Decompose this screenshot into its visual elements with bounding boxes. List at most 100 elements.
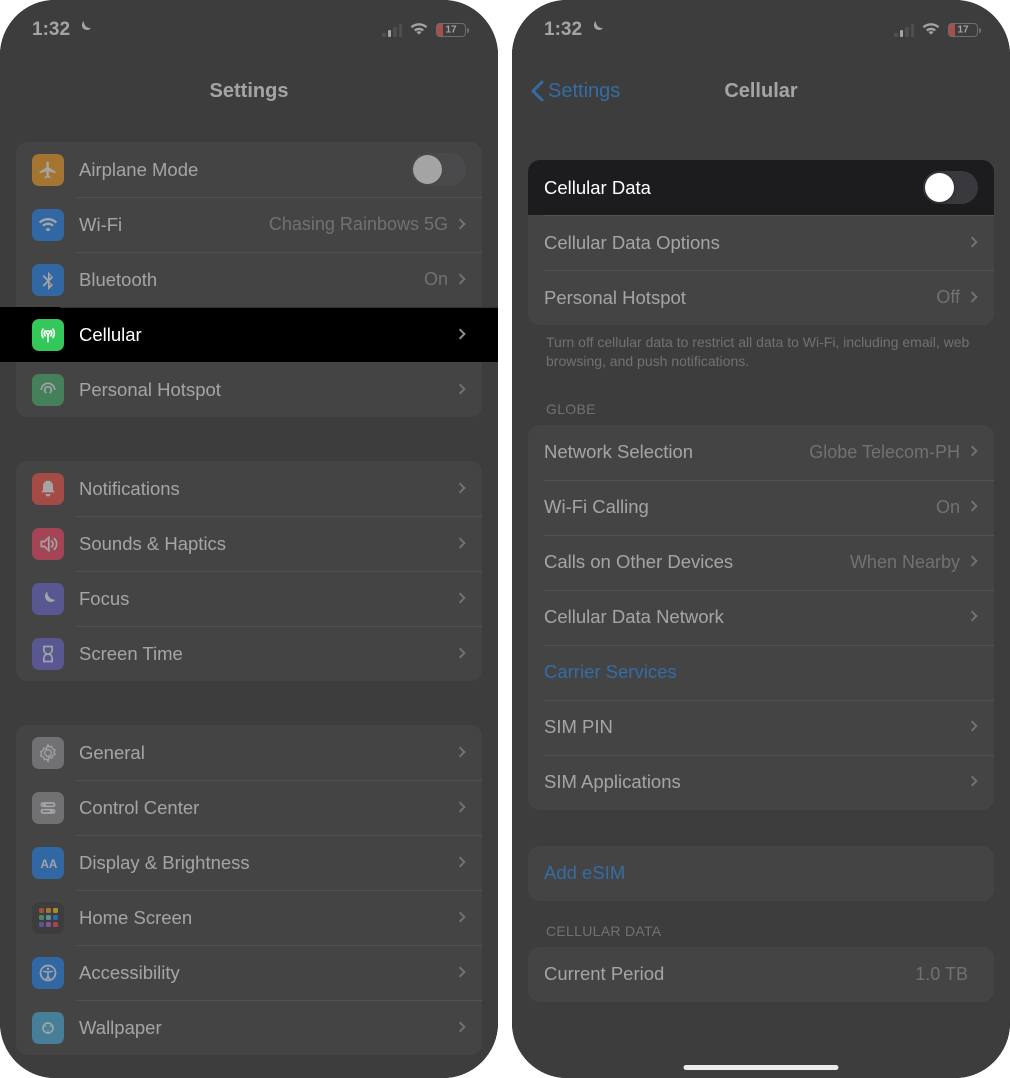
chevron-right-icon [458,742,466,764]
row-label: Wi-Fi [79,214,122,236]
do-not-disturb-icon [588,19,605,42]
row-cellular-data-options[interactable]: Cellular Data Options [528,215,994,270]
airplane-icon [32,154,64,186]
chevron-right-icon [458,797,466,819]
row-home-screen[interactable]: Home Screen [16,890,482,945]
row-label: Screen Time [79,643,183,665]
row-label: General [79,742,145,764]
settings-group-general: General Control Center AA Display & Brig… [16,725,482,1055]
row-cellular[interactable]: Cellular [0,307,498,362]
chevron-right-icon [458,1017,466,1039]
row-label: Carrier Services [544,661,677,683]
usage-group: Current Period 1.0 TB [528,947,994,1002]
sounds-icon [32,528,64,560]
screen-time-icon [32,638,64,670]
svg-text:AA: AA [41,858,58,871]
row-notifications[interactable]: Notifications [16,461,482,516]
row-add-esim[interactable]: Add eSIM [528,846,994,901]
row-label: Network Selection [544,441,693,463]
nav-header: Settings [0,60,498,122]
esim-group: Add eSIM [528,846,994,901]
row-label: Current Period [544,963,664,985]
cellular-signal-icon [894,23,914,37]
cellular-icon [32,319,64,351]
hotspot-icon [32,374,64,406]
row-detail: On [936,497,960,518]
row-detail: Chasing Rainbows 5G [269,214,448,235]
chevron-right-icon [970,287,978,309]
row-screen-time[interactable]: Screen Time [16,626,482,681]
battery-icon: 17 [948,23,978,37]
chevron-right-icon [458,962,466,984]
home-screen-icon [32,902,64,934]
wifi-status-icon [409,19,429,41]
cellular-signal-icon [382,23,402,37]
usage-header: CELLULAR DATA [528,901,994,947]
row-cellular-data-network[interactable]: Cellular Data Network [528,590,994,645]
row-airplane-mode[interactable]: Airplane Mode [16,142,482,197]
wifi-icon [32,209,64,241]
back-label: Settings [548,80,620,103]
row-accessibility[interactable]: Accessibility [16,945,482,1000]
row-label: Add eSIM [544,862,625,884]
home-indicator[interactable] [684,1065,839,1071]
bluetooth-icon [32,264,64,296]
status-bar: 1:32 17 [0,0,498,60]
back-button[interactable]: Settings [530,80,620,103]
row-wallpaper[interactable]: Wallpaper [16,1000,482,1055]
row-personal-hotspot[interactable]: Personal Hotspot Off [528,270,994,325]
row-calls-other-devices[interactable]: Calls on Other Devices When Nearby [528,535,994,590]
control-center-icon [32,792,64,824]
chevron-right-icon [458,324,466,346]
chevron-right-icon [458,379,466,401]
row-label: Cellular Data Options [544,232,720,254]
row-sim-applications[interactable]: SIM Applications [528,755,994,810]
page-title: Cellular [724,80,797,103]
row-display[interactable]: AA Display & Brightness [16,835,482,890]
chevron-right-icon [970,496,978,518]
chevron-right-icon [970,771,978,793]
row-control-center[interactable]: Control Center [16,780,482,835]
row-cellular-data[interactable]: Cellular Data [528,160,994,215]
row-label: Cellular Data Network [544,606,724,628]
chevron-right-icon [458,588,466,610]
row-current-period[interactable]: Current Period 1.0 TB [528,947,994,1002]
cellular-data-toggle[interactable] [923,171,978,204]
nav-header: Settings Cellular [512,60,1010,122]
row-general[interactable]: General [16,725,482,780]
airplane-toggle[interactable] [411,153,466,186]
row-label: Wallpaper [79,1017,162,1039]
row-detail: Globe Telecom-PH [809,442,960,463]
wifi-status-icon [921,19,941,41]
row-label: Accessibility [79,962,180,984]
status-bar: 1:32 17 [512,0,1010,60]
row-detail: When Nearby [850,552,960,573]
settings-group-connectivity: Airplane Mode Wi-Fi Chasing Rainbows 5G [16,142,482,417]
row-focus[interactable]: Focus [16,571,482,626]
row-carrier-services[interactable]: Carrier Services [528,645,994,700]
row-wifi[interactable]: Wi-Fi Chasing Rainbows 5G [16,197,482,252]
row-sim-pin[interactable]: SIM PIN [528,700,994,755]
row-label: Calls on Other Devices [544,551,733,573]
focus-icon [32,583,64,615]
wallpaper-icon [32,1012,64,1044]
battery-icon: 17 [436,23,466,37]
accessibility-icon [32,957,64,989]
phone-cellular: 1:32 17 Settings [512,0,1010,1078]
cellular-main-group: Cellular Data Cellular Data Options Pers… [528,160,994,325]
chevron-right-icon [458,907,466,929]
chevron-right-icon [970,551,978,573]
row-bluetooth[interactable]: Bluetooth On [16,252,482,307]
row-detail: On [424,269,448,290]
carrier-group: Network Selection Globe Telecom-PH Wi-Fi… [528,425,994,810]
row-network-selection[interactable]: Network Selection Globe Telecom-PH [528,425,994,480]
row-sounds[interactable]: Sounds & Haptics [16,516,482,571]
row-detail: 1.0 TB [915,964,968,985]
carrier-header: GLOBE [528,371,994,425]
row-personal-hotspot[interactable]: Personal Hotspot [16,362,482,417]
chevron-right-icon [458,533,466,555]
chevron-right-icon [970,716,978,738]
row-label: Cellular Data [544,177,651,199]
row-wifi-calling[interactable]: Wi-Fi Calling On [528,480,994,535]
chevron-right-icon [458,852,466,874]
